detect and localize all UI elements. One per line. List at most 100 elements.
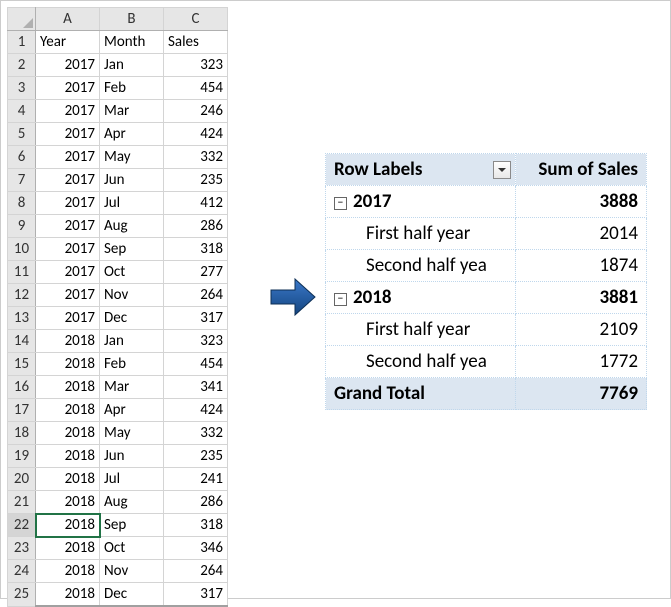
cell[interactable]: 286 — [164, 491, 228, 514]
cell[interactable]: 2017 — [36, 307, 100, 330]
row-header[interactable]: 20 — [8, 468, 36, 491]
cell[interactable]: 277 — [164, 261, 228, 284]
cell[interactable]: 412 — [164, 192, 228, 215]
cell[interactable]: 2018 — [36, 514, 100, 537]
cell[interactable]: 2017 — [36, 169, 100, 192]
pivot-value[interactable]: 1874 — [516, 250, 647, 282]
cell[interactable]: Mar — [100, 376, 164, 399]
pivot-sum-header[interactable]: Sum of Sales — [516, 154, 647, 186]
cell[interactable]: Month — [100, 31, 164, 54]
cell[interactable]: Jan — [100, 330, 164, 353]
row-header[interactable]: 24 — [8, 560, 36, 583]
row-header[interactable]: 18 — [8, 422, 36, 445]
cell[interactable]: 2018 — [36, 330, 100, 353]
filter-dropdown-button[interactable] — [493, 161, 511, 179]
cell[interactable]: 323 — [164, 330, 228, 353]
pivot-sub-row[interactable]: Second half yea — [326, 250, 516, 282]
cell[interactable]: 2018 — [36, 491, 100, 514]
cell[interactable]: 2018 — [36, 422, 100, 445]
pivot-year-row[interactable]: −2017 — [326, 186, 516, 218]
cell[interactable]: Nov — [100, 560, 164, 583]
cell[interactable]: Apr — [100, 123, 164, 146]
row-header[interactable]: 12 — [8, 284, 36, 307]
cell[interactable]: Jun — [100, 445, 164, 468]
cell[interactable]: Jan — [100, 54, 164, 77]
row-header[interactable]: 15 — [8, 353, 36, 376]
cell[interactable]: Dec — [100, 307, 164, 330]
cell[interactable]: Feb — [100, 353, 164, 376]
spreadsheet-table[interactable]: A B C 1YearMonthSales22017Jan32332017Feb… — [7, 7, 228, 607]
cell[interactable]: Sep — [100, 238, 164, 261]
cell[interactable]: Oct — [100, 261, 164, 284]
cell[interactable]: 2017 — [36, 77, 100, 100]
cell[interactable]: Mar — [100, 100, 164, 123]
cell[interactable]: 2017 — [36, 261, 100, 284]
cell[interactable]: 318 — [164, 514, 228, 537]
cell[interactable]: 2018 — [36, 583, 100, 607]
cell[interactable]: 264 — [164, 560, 228, 583]
column-header-a[interactable]: A — [36, 8, 100, 31]
pivot-sub-row[interactable]: First half year — [326, 218, 516, 250]
pivot-value[interactable]: 1772 — [516, 346, 647, 378]
cell[interactable]: 235 — [164, 169, 228, 192]
cell[interactable]: 2017 — [36, 146, 100, 169]
cell[interactable]: 264 — [164, 284, 228, 307]
pivot-sub-row[interactable]: Second half yea — [326, 346, 516, 378]
cell[interactable]: 2018 — [36, 353, 100, 376]
cell[interactable]: Sales — [164, 31, 228, 54]
cell[interactable]: 2018 — [36, 399, 100, 422]
cell[interactable]: 241 — [164, 468, 228, 491]
cell[interactable]: 318 — [164, 238, 228, 261]
cell[interactable]: 2018 — [36, 376, 100, 399]
cell[interactable]: 2018 — [36, 537, 100, 560]
cell[interactable]: 286 — [164, 215, 228, 238]
cell[interactable]: 323 — [164, 54, 228, 77]
cell[interactable]: 332 — [164, 146, 228, 169]
pivot-value[interactable]: 2109 — [516, 314, 647, 346]
select-all-corner[interactable] — [8, 8, 36, 31]
cell[interactable]: 2018 — [36, 468, 100, 491]
cell[interactable]: 2017 — [36, 123, 100, 146]
cell[interactable]: May — [100, 422, 164, 445]
column-header-b[interactable]: B — [100, 8, 164, 31]
cell[interactable]: Oct — [100, 537, 164, 560]
row-header[interactable]: 1 — [8, 31, 36, 54]
cell[interactable]: 2017 — [36, 54, 100, 77]
row-header[interactable]: 14 — [8, 330, 36, 353]
row-header[interactable]: 19 — [8, 445, 36, 468]
cell[interactable]: 246 — [164, 100, 228, 123]
cell[interactable]: 2018 — [36, 445, 100, 468]
row-header[interactable]: 21 — [8, 491, 36, 514]
row-header[interactable]: 16 — [8, 376, 36, 399]
cell[interactable]: 2017 — [36, 192, 100, 215]
pivot-sub-row[interactable]: First half year — [326, 314, 516, 346]
cell[interactable]: 235 — [164, 445, 228, 468]
row-header[interactable]: 22 — [8, 514, 36, 537]
cell[interactable]: Jul — [100, 468, 164, 491]
cell[interactable]: 454 — [164, 353, 228, 376]
pivot-grand-total-label[interactable]: Grand Total — [326, 378, 516, 410]
cell[interactable]: 317 — [164, 307, 228, 330]
cell[interactable]: 341 — [164, 376, 228, 399]
cell[interactable]: 424 — [164, 399, 228, 422]
cell[interactable]: May — [100, 146, 164, 169]
pivot-row-labels-header[interactable]: Row Labels — [326, 154, 516, 186]
cell[interactable]: Nov — [100, 284, 164, 307]
cell[interactable]: Jun — [100, 169, 164, 192]
cell[interactable]: Dec — [100, 583, 164, 607]
cell[interactable]: 2017 — [36, 238, 100, 261]
cell[interactable]: 332 — [164, 422, 228, 445]
cell[interactable]: 2018 — [36, 560, 100, 583]
cell[interactable]: Sep — [100, 514, 164, 537]
cell[interactable]: Jul — [100, 192, 164, 215]
cell[interactable]: Feb — [100, 77, 164, 100]
cell[interactable]: Aug — [100, 491, 164, 514]
collapse-toggle[interactable]: − — [334, 293, 347, 306]
row-header[interactable]: 9 — [8, 215, 36, 238]
row-header[interactable]: 5 — [8, 123, 36, 146]
pivot-value[interactable]: 2014 — [516, 218, 647, 250]
cell[interactable]: Year — [36, 31, 100, 54]
cell[interactable]: Aug — [100, 215, 164, 238]
collapse-toggle[interactable]: − — [334, 197, 347, 210]
row-header[interactable]: 10 — [8, 238, 36, 261]
